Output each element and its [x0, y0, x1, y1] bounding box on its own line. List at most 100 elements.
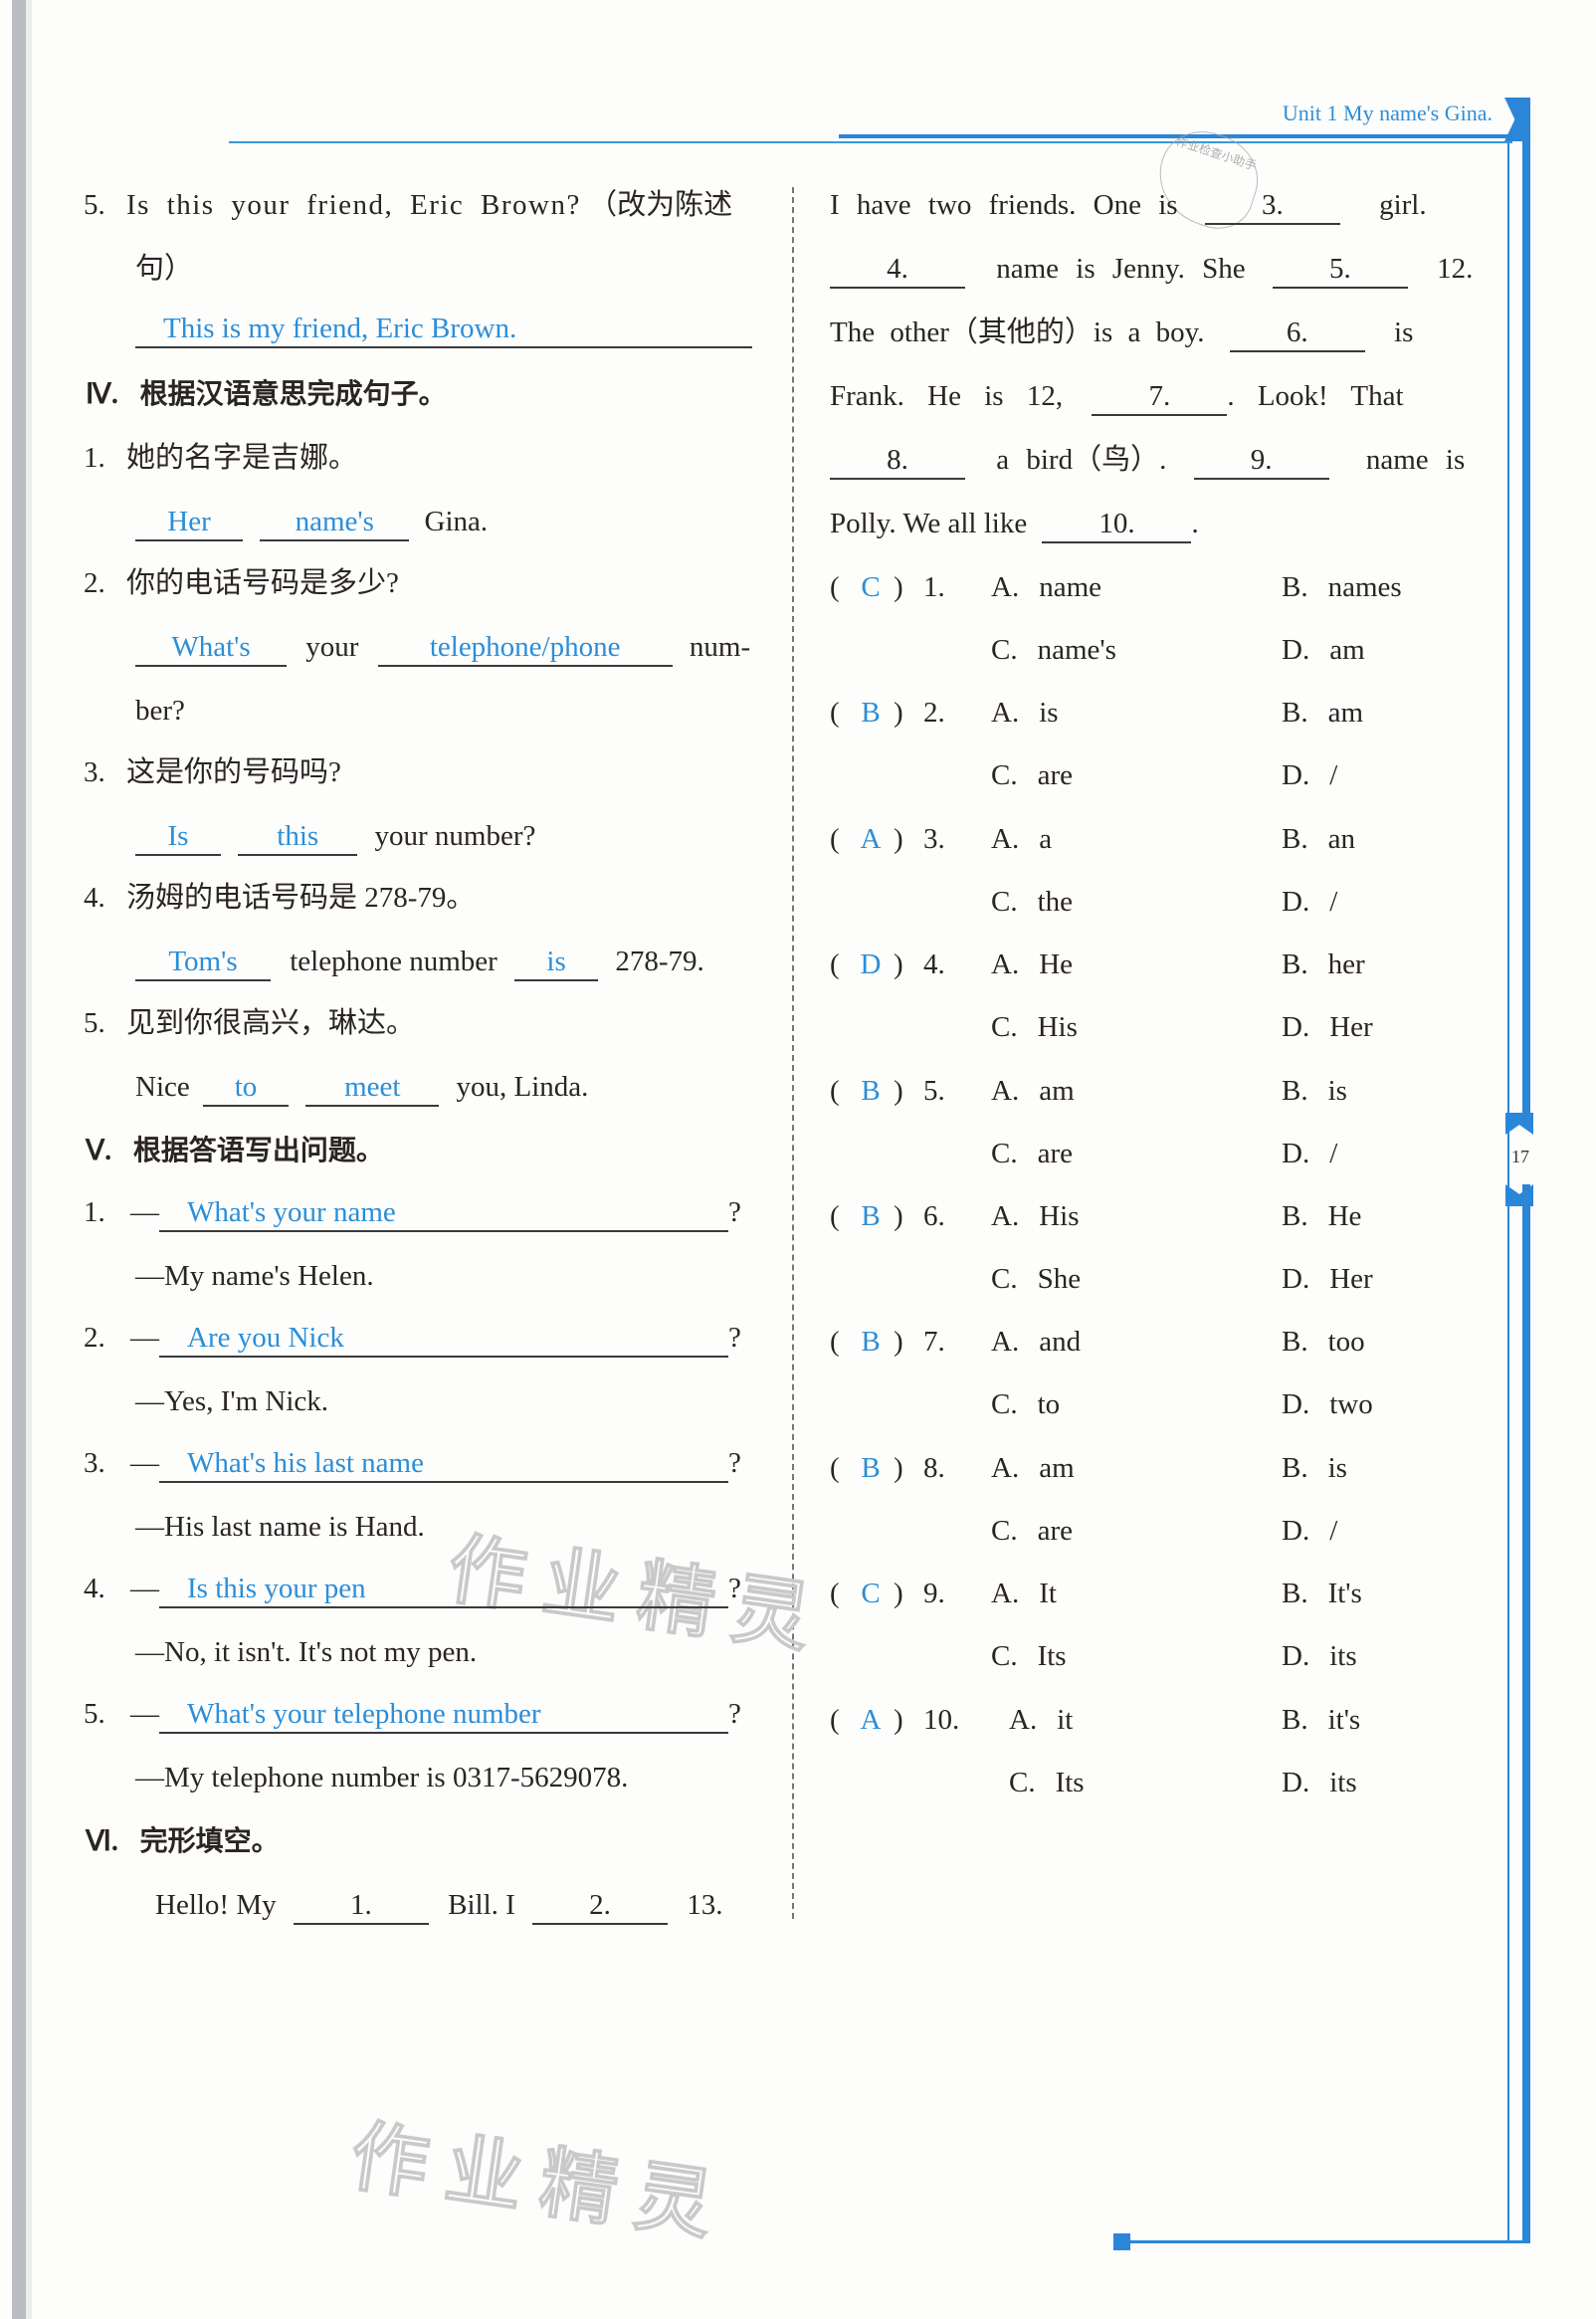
selected-answer[interactable]: A	[860, 819, 882, 859]
option-text: it's	[1327, 1704, 1361, 1736]
question-mark: ?	[728, 1322, 741, 1354]
cloze-blank[interactable]: 6.	[1229, 315, 1365, 352]
answer-blank[interactable]: Her	[135, 504, 243, 541]
answer-blank[interactable]: What's	[135, 629, 287, 667]
selected-answer[interactable]: B	[860, 1322, 882, 1362]
selected-answer[interactable]: A	[860, 1700, 882, 1740]
binding-edge-highlight	[26, 0, 32, 2319]
bracket-close: )	[894, 571, 903, 603]
option-text: It's	[1327, 1578, 1362, 1609]
option-d[interactable]: D. /	[1282, 882, 1337, 922]
answer-blank[interactable]: What's your name	[159, 1194, 728, 1232]
option-a[interactable]: A. am	[991, 1448, 1075, 1488]
cloze-blank[interactable]: 3.	[1204, 187, 1340, 225]
cloze-blank[interactable]: 1.	[293, 1887, 429, 1925]
cloze-blank[interactable]: 5.	[1272, 251, 1408, 289]
option-label: C.	[991, 1388, 1018, 1420]
option-c[interactable]: C. She	[991, 1259, 1081, 1299]
option-b[interactable]: B. names	[1282, 567, 1402, 607]
bracket-open: (	[830, 949, 840, 980]
option-text: Her	[1329, 1263, 1373, 1295]
answer-blank[interactable]: What's his last name	[159, 1445, 728, 1483]
answer-blank[interactable]: Is this your pen	[159, 1571, 728, 1608]
answer-blank[interactable]: Tom's	[135, 944, 271, 981]
option-a[interactable]: A. His	[991, 1196, 1080, 1236]
selected-answer[interactable]: B	[860, 1196, 882, 1236]
selected-answer[interactable]: B	[860, 693, 882, 733]
option-text: names	[1327, 571, 1402, 603]
exercise-item: 2. 你的电话号码是多少?	[84, 563, 399, 603]
cloze-blank[interactable]: 9.	[1193, 442, 1329, 480]
answer-blank[interactable]: telephone/phone	[377, 629, 673, 667]
option-label: B.	[1282, 1704, 1308, 1736]
option-c[interactable]: C. are	[991, 1134, 1073, 1173]
cloze-blank[interactable]: 4.	[830, 251, 965, 289]
option-c[interactable]: C. are	[991, 1511, 1073, 1551]
option-d[interactable]: D. /	[1282, 1134, 1337, 1173]
cloze-blank[interactable]: 7.	[1092, 378, 1228, 416]
selected-answer[interactable]: C	[860, 567, 882, 607]
option-b[interactable]: B. am	[1282, 693, 1363, 733]
option-b[interactable]: B. her	[1282, 945, 1365, 984]
cloze-blank[interactable]: 10.	[1042, 506, 1192, 543]
answer-blank[interactable]: is	[514, 944, 599, 981]
option-b[interactable]: B. too	[1282, 1322, 1365, 1362]
option-c[interactable]: C. to	[991, 1384, 1060, 1424]
option-text: is	[1327, 1075, 1347, 1107]
item-prompt: 这是你的号码吗?	[126, 756, 341, 788]
answer-blank[interactable]: This is my friend, Eric Brown.	[135, 311, 752, 348]
selected-answer[interactable]: B	[860, 1448, 882, 1488]
passage-text: 12.	[1437, 253, 1474, 285]
option-d[interactable]: D. am	[1282, 630, 1365, 670]
cloze-blank[interactable]: 8.	[830, 442, 965, 480]
answer-blank[interactable]: meet	[305, 1069, 440, 1107]
section-number: Ⅵ.	[86, 1826, 118, 1857]
option-d[interactable]: D. Her	[1282, 1259, 1373, 1299]
option-a[interactable]: A. It	[991, 1574, 1057, 1613]
option-d[interactable]: D. its	[1282, 1763, 1357, 1802]
option-c[interactable]: C. Its	[991, 1636, 1067, 1676]
answer-blank[interactable]: to	[203, 1069, 289, 1107]
selected-answer[interactable]: C	[860, 1574, 882, 1613]
option-d[interactable]: D. Her	[1282, 1007, 1373, 1047]
option-c[interactable]: C. the	[991, 882, 1073, 922]
option-b[interactable]: B. it's	[1282, 1700, 1360, 1740]
option-a[interactable]: A. He	[991, 945, 1073, 984]
option-label: D.	[1282, 634, 1310, 666]
option-b[interactable]: B. is	[1282, 1448, 1347, 1488]
option-b[interactable]: B. an	[1282, 819, 1355, 859]
answer-blank[interactable]: name's	[260, 504, 410, 541]
option-b[interactable]: B. is	[1282, 1071, 1347, 1111]
question-item: 5. — What's your telephone number?	[84, 1694, 741, 1734]
answer-blank[interactable]: Are you Nick	[159, 1320, 728, 1358]
option-text: am	[1039, 1075, 1075, 1107]
option-d[interactable]: D. /	[1282, 755, 1337, 795]
option-a[interactable]: A. name	[991, 567, 1101, 607]
selected-answer[interactable]: D	[860, 945, 882, 984]
option-label: B.	[1282, 1075, 1308, 1107]
option-a[interactable]: A. am	[991, 1071, 1075, 1111]
answer-blank[interactable]: What's your telephone number	[159, 1696, 728, 1734]
option-label: B.	[1282, 1326, 1308, 1358]
option-d[interactable]: D. two	[1282, 1384, 1373, 1424]
option-d[interactable]: D. its	[1282, 1636, 1357, 1676]
option-a[interactable]: A. is	[991, 693, 1059, 733]
answer-blank[interactable]: this	[238, 818, 358, 856]
option-a[interactable]: A. and	[991, 1322, 1081, 1362]
option-c[interactable]: C. are	[991, 755, 1073, 795]
option-a[interactable]: A. it	[1009, 1700, 1073, 1740]
option-c[interactable]: C. His	[991, 1007, 1078, 1047]
answer-line: This is my friend, Eric Brown.	[135, 309, 752, 348]
option-d[interactable]: D. /	[1282, 1511, 1337, 1551]
answer-blank[interactable]: Is	[135, 818, 221, 856]
selected-answer[interactable]: B	[860, 1071, 882, 1111]
bracket-close: )	[894, 1326, 903, 1358]
option-b[interactable]: B. He	[1282, 1196, 1361, 1236]
cloze-blank[interactable]: 2.	[532, 1887, 669, 1925]
question-number: 9.	[923, 1578, 945, 1609]
option-c[interactable]: C. name's	[991, 630, 1116, 670]
option-a[interactable]: A. a	[991, 819, 1052, 859]
option-b[interactable]: B. It's	[1282, 1574, 1362, 1613]
option-text: an	[1327, 823, 1355, 855]
option-c[interactable]: C. Its	[1009, 1763, 1085, 1802]
